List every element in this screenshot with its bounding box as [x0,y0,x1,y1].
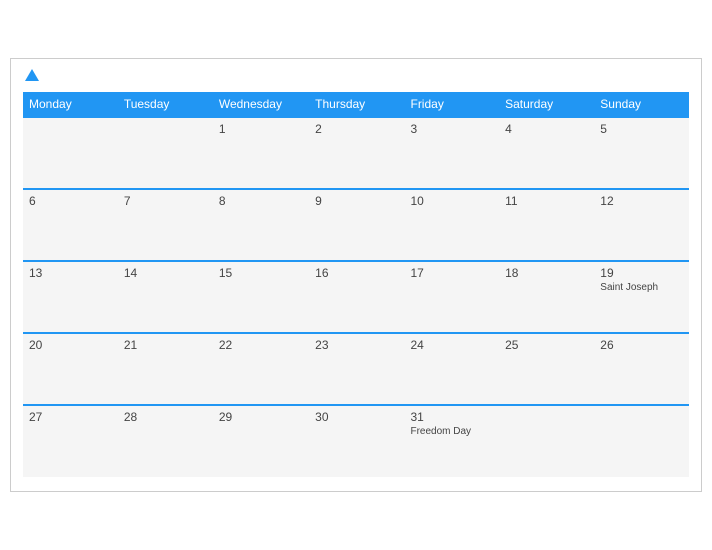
day-cell: 3 [404,117,499,189]
day-cell: 7 [118,189,213,261]
day-number: 15 [219,266,303,280]
day-cell: 15 [213,261,309,333]
day-cell [594,405,689,477]
day-number: 13 [29,266,112,280]
day-cell: 20 [23,333,118,405]
day-number: 17 [410,266,493,280]
week-row-5: 27 28 29 30 31 Freedom Day [23,405,689,477]
calendar-container: MondayTuesdayWednesdayThursdayFridaySatu… [10,58,702,492]
day-number: 18 [505,266,588,280]
day-number: 3 [410,122,493,136]
week-row-1: 12345 [23,117,689,189]
day-number: 1 [219,122,303,136]
day-number: 29 [219,410,303,424]
weekday-header-thursday: Thursday [309,92,404,117]
day-cell: 26 [594,333,689,405]
day-number: 20 [29,338,112,352]
logo-blue-text [23,69,39,82]
day-cell: 6 [23,189,118,261]
day-cell: 10 [404,189,499,261]
day-number: 10 [410,194,493,208]
day-number: 23 [315,338,398,352]
weekday-header-saturday: Saturday [499,92,594,117]
day-number: 21 [124,338,207,352]
day-cell: 9 [309,189,404,261]
calendar-table: MondayTuesdayWednesdayThursdayFridaySatu… [23,92,689,477]
day-cell: 5 [594,117,689,189]
day-number: 12 [600,194,683,208]
day-cell: 17 [404,261,499,333]
day-cell: 12 [594,189,689,261]
day-number: 30 [315,410,398,424]
day-cell: 22 [213,333,309,405]
day-cell: 11 [499,189,594,261]
logo [23,69,39,82]
day-cell: 28 [118,405,213,477]
day-number: 14 [124,266,207,280]
day-cell: 18 [499,261,594,333]
weekday-header-monday: Monday [23,92,118,117]
weekday-header-tuesday: Tuesday [118,92,213,117]
day-number: 5 [600,122,683,136]
event-label: Freedom Day [410,426,493,437]
day-cell: 13 [23,261,118,333]
weekday-header-wednesday: Wednesday [213,92,309,117]
day-number: 6 [29,194,112,208]
week-row-4: 20 21 22 23 24 25 26 [23,333,689,405]
day-cell: 29 [213,405,309,477]
calendar-header [23,69,689,82]
day-cell: 4 [499,117,594,189]
day-number: 26 [600,338,683,352]
day-cell: 2 [309,117,404,189]
day-cell: 24 [404,333,499,405]
day-number: 28 [124,410,207,424]
day-cell: 19 Saint Joseph [594,261,689,333]
day-cell: 1 [213,117,309,189]
day-cell: 25 [499,333,594,405]
day-number: 27 [29,410,112,424]
day-number: 11 [505,194,588,208]
day-number: 7 [124,194,207,208]
weekday-header-row: MondayTuesdayWednesdayThursdayFridaySatu… [23,92,689,117]
day-number: 24 [410,338,493,352]
day-cell: 8 [213,189,309,261]
week-row-2: 6789 10 11 12 [23,189,689,261]
day-number: 19 [600,266,683,280]
day-number: 16 [315,266,398,280]
weekday-header-sunday: Sunday [594,92,689,117]
day-number: 31 [410,410,493,424]
day-cell [118,117,213,189]
day-cell [23,117,118,189]
day-number: 4 [505,122,588,136]
day-number: 2 [315,122,398,136]
event-label: Saint Joseph [600,282,683,293]
logo-triangle-icon [25,69,39,81]
day-cell: 23 [309,333,404,405]
day-number: 8 [219,194,303,208]
day-number: 22 [219,338,303,352]
day-cell: 16 [309,261,404,333]
day-cell: 21 [118,333,213,405]
week-row-3: 13 14 15 16 17 18 19 Saint Joseph [23,261,689,333]
day-cell: 31 Freedom Day [404,405,499,477]
day-cell: 30 [309,405,404,477]
day-number: 9 [315,194,398,208]
day-number: 25 [505,338,588,352]
day-cell: 14 [118,261,213,333]
day-cell [499,405,594,477]
weekday-header-friday: Friday [404,92,499,117]
day-cell: 27 [23,405,118,477]
